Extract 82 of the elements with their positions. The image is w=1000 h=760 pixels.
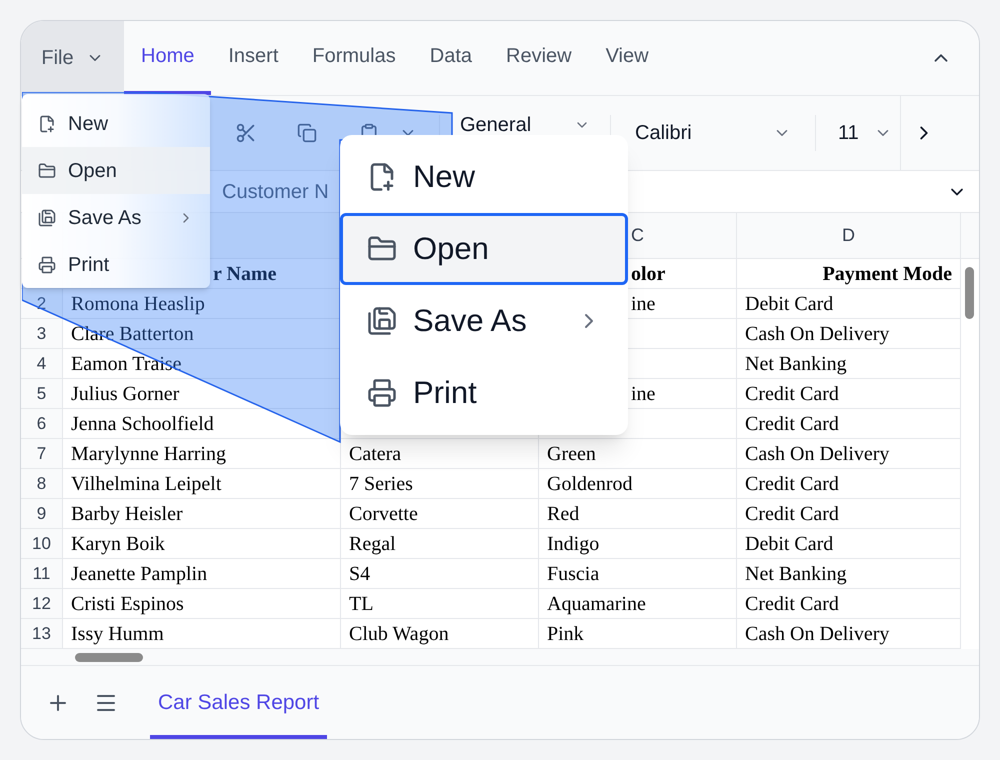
- table-cell-text: Cash On Delivery: [745, 442, 890, 466]
- menu-item[interactable]: Print: [22, 241, 210, 288]
- new-file-icon: [38, 114, 56, 132]
- table-cell-text: Goldenrod: [547, 472, 633, 496]
- table-cell-text: Karyn Boik: [71, 532, 165, 556]
- cut-icon[interactable]: [235, 122, 257, 144]
- column-header[interactable]: C: [631, 222, 644, 249]
- menu-item[interactable]: Print: [340, 357, 628, 429]
- table-cell-text: Corvette: [349, 502, 418, 526]
- table-cell-text: Marylynne Harring: [71, 442, 226, 466]
- row-number: 13: [32, 622, 51, 645]
- table-cell-text: Pink: [547, 622, 584, 646]
- menu-item[interactable]: Save As: [340, 285, 628, 357]
- row-number: 8: [36, 472, 46, 495]
- menu-item[interactable]: Save As: [22, 194, 210, 241]
- table-cell-text: Credit Card: [745, 412, 839, 436]
- ribbon-tab[interactable]: View: [588, 21, 666, 95]
- table-cell-text: Credit Card: [745, 502, 839, 526]
- save-icon: [38, 208, 56, 226]
- table-cell-text: Red: [547, 502, 580, 526]
- table-cell-text: Jeanette Pamplin: [71, 562, 208, 586]
- table-cell-text: Net Banking: [745, 352, 847, 376]
- table-cell-text: TL: [349, 592, 374, 616]
- table-cell-text: Debit Card: [745, 532, 834, 556]
- row-number: 9: [36, 502, 46, 525]
- ribbon-tab[interactable]: Formulas: [295, 21, 413, 95]
- row-number: 5: [36, 382, 46, 405]
- folder-icon: [38, 162, 56, 180]
- table-cell-text: Issy Humm: [71, 622, 164, 646]
- table-cell-text: ine: [631, 382, 656, 406]
- table-cell-text: Cash On Delivery: [745, 322, 890, 346]
- column-header[interactable]: D: [842, 222, 855, 249]
- table-cell-text: Aquamarine: [547, 592, 646, 616]
- table-cell-text: Cristi Espinos: [71, 592, 184, 616]
- table-cell-text: S4: [349, 562, 370, 586]
- table-cell-text: olor: [631, 262, 666, 286]
- table-cell-text: r Name: [213, 262, 276, 286]
- table-cell-text: ine: [631, 292, 656, 316]
- row-number: 10: [32, 532, 51, 555]
- row-number: 3: [36, 322, 46, 345]
- printer-icon: [367, 378, 397, 408]
- table-cell-text: Indigo: [547, 532, 600, 556]
- horizontal-scrollbar[interactable]: [75, 653, 143, 662]
- row-number: 4: [36, 352, 46, 375]
- table-cell-text: Payment Mode: [822, 262, 952, 286]
- table-cell-text: Net Banking: [745, 562, 847, 586]
- copy-icon[interactable]: [297, 123, 317, 143]
- sheet-tab[interactable]: Car Sales Report: [150, 666, 328, 739]
- row-number: 6: [36, 412, 46, 435]
- menu-item[interactable]: Open: [22, 147, 210, 194]
- table-cell-text: Credit Card: [745, 472, 839, 496]
- table-cell-text: Jenna Schoolfield: [71, 412, 214, 436]
- vertical-scrollbar[interactable]: [965, 267, 974, 319]
- menu-item[interactable]: New: [22, 100, 210, 147]
- table-cell-text: Green: [547, 442, 596, 466]
- formula-value: Customer N: [222, 180, 329, 204]
- table-cell-text: Club Wagon: [349, 622, 449, 646]
- table-cell-text: Fuscia: [547, 562, 600, 586]
- ribbon-tab[interactable]: Data: [412, 21, 489, 95]
- row-number: 11: [32, 562, 50, 585]
- table-cell-text: Catera: [349, 442, 402, 466]
- table-cell-text: Regal: [349, 532, 396, 556]
- ribbon-tab[interactable]: Insert: [211, 21, 296, 95]
- table-cell-text: Credit Card: [745, 592, 839, 616]
- table-cell-text: Vilhelmina Leipelt: [71, 472, 222, 496]
- menu-item[interactable]: Open: [340, 213, 628, 285]
- table-cell-text: Cash On Delivery: [745, 622, 890, 646]
- row-number: 7: [36, 442, 46, 465]
- ribbon-tab[interactable]: Review: [489, 21, 589, 95]
- printer-icon: [38, 256, 56, 274]
- save-icon: [367, 306, 397, 336]
- table-cell-text: Debit Card: [745, 292, 834, 316]
- table-cell-text: Julius Gorner: [71, 382, 180, 406]
- font-dropdown[interactable]: Calibri: [611, 118, 815, 148]
- table-cell-text: Barby Heisler: [71, 502, 183, 526]
- font-size-dropdown[interactable]: 11: [816, 118, 900, 148]
- file-menu-button[interactable]: File: [21, 21, 124, 95]
- number-format-dropdown[interactable]: General: [440, 110, 610, 140]
- row-number: 12: [32, 592, 51, 615]
- table-cell-text: Romona Heaslip: [71, 292, 205, 316]
- table-cell-text: Credit Card: [745, 382, 839, 406]
- table-cell-text: 7 Series: [349, 472, 413, 496]
